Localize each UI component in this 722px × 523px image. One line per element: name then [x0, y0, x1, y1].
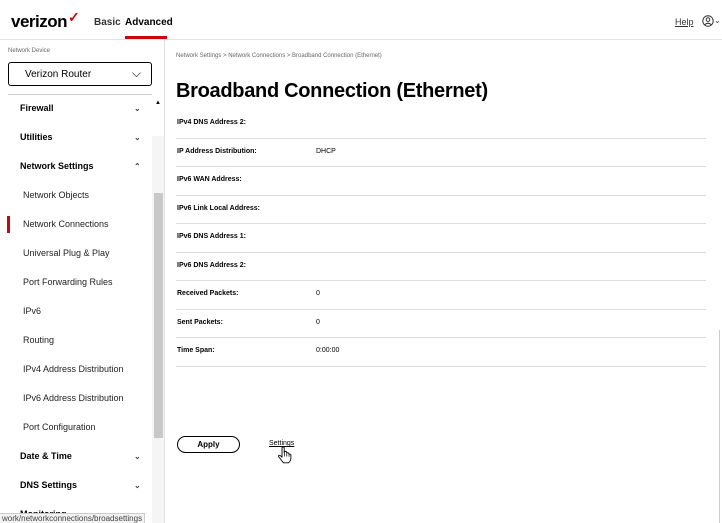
page-title: Broadband Connection (Ethernet) [176, 80, 488, 102]
detail-label: IPv6 Link Local Address: [177, 204, 260, 212]
detail-row-ipv6-dns-2: IPv6 DNS Address 2: [176, 253, 706, 281]
sidebar-item-label: Firewall [20, 103, 54, 113]
detail-label: Sent Packets: [177, 318, 223, 326]
detail-value: 0 [316, 318, 320, 326]
sidebar-item-network-connections[interactable]: Network Connections [0, 210, 152, 239]
sidebar-item-label: Port Configuration [23, 422, 96, 432]
verizon-logo[interactable]: verizon✓ [11, 9, 80, 32]
sidebar-item-label: Date & Time [20, 451, 72, 461]
user-menu[interactable]: ⌄ [702, 13, 721, 27]
detail-value: DHCP [316, 147, 336, 155]
detail-value: 0 [316, 290, 320, 297]
content-scrollbar-edge [719, 330, 720, 523]
connection-details: IPv4 DNS Address 2: IP Address Distribut… [176, 110, 706, 367]
device-label: Network Device [8, 48, 51, 54]
sidebar-item-label: Utilities [20, 132, 53, 142]
chevron-down-icon: ⌄ [134, 481, 141, 490]
scroll-up-arrow-icon[interactable]: ▲ [155, 100, 161, 106]
sidebar-item-label: DNS Settings [20, 480, 78, 490]
detail-row-ip-distribution: IP Address Distribution: DHCP [176, 139, 706, 167]
detail-label: IPv6 DNS Address 2: [177, 261, 246, 269]
sidebar-item-label: IPv6 Address Distribution [23, 393, 124, 403]
active-tab-indicator [125, 36, 167, 39]
detail-row-sent-packets: Sent Packets: 0 [176, 310, 706, 338]
breadcrumb[interactable]: Network Settings > Network Connections >… [176, 53, 382, 59]
sidebar-item-utilities[interactable]: Utilities ⌄ [0, 123, 152, 152]
chevron-up-icon: ⌃ [134, 162, 141, 171]
detail-row-time-span: Time Span: 0:00:00 [176, 338, 706, 367]
help-link[interactable]: Help [675, 17, 694, 27]
detail-label: Time Span: [177, 347, 215, 354]
apply-button[interactable]: Apply [177, 436, 240, 453]
chevron-down-icon: ⌄ [134, 104, 141, 113]
sidebar-item-label: Network Objects [23, 190, 90, 200]
sidebar-item-label: Port Forwarding Rules [23, 277, 113, 287]
detail-label: IP Address Distribution: [177, 147, 257, 155]
detail-row-ipv6-wan: IPv6 WAN Address: [176, 167, 706, 196]
sidebar-item-upnp[interactable]: Universal Plug & Play [0, 239, 152, 268]
detail-label: IPv6 WAN Address: [177, 176, 242, 183]
sidebar-item-port-configuration[interactable]: Port Configuration [0, 413, 152, 442]
sidebar-item-label: Network Settings [20, 161, 94, 171]
sidebar: Network Device Verizon Router ⌵ Firewall… [0, 40, 165, 523]
sidebar-item-label: IPv4 Address Distribution [23, 364, 124, 374]
detail-row-ipv6-link-local: IPv6 Link Local Address: [176, 196, 706, 224]
sidebar-scroll-thumb[interactable] [154, 193, 163, 438]
sidebar-item-label: Network Connections [23, 219, 109, 229]
top-bar: verizon✓ Basic Advanced Help ⌄ [0, 0, 722, 40]
sidebar-item-label: Routing [23, 335, 55, 345]
logo-text: verizon [11, 12, 68, 31]
detail-row-ipv4-dns-2: IPv4 DNS Address 2: [176, 110, 706, 139]
chevron-down-icon: ⌵ [131, 66, 141, 80]
status-bar-url: work/networkconnections/broadsettings [0, 513, 146, 523]
device-select-value: Verizon Router [25, 69, 92, 80]
sidebar-item-ipv6-address-distribution[interactable]: IPv6 Address Distribution [0, 384, 152, 413]
sidebar-item-dns-settings[interactable]: DNS Settings ⌄ [0, 471, 152, 500]
detail-label: IPv4 DNS Address 2: [177, 119, 246, 126]
user-icon [702, 15, 714, 27]
hand-cursor-icon [278, 446, 292, 464]
chevron-down-icon: ⌄ [714, 16, 721, 25]
sidebar-item-label: Universal Plug & Play [23, 248, 110, 258]
device-select[interactable]: Verizon Router ⌵ [8, 62, 152, 86]
detail-label: IPv6 DNS Address 1: [177, 233, 246, 240]
tab-advanced[interactable]: Advanced [125, 17, 173, 28]
sidebar-item-network-objects[interactable]: Network Objects [0, 181, 152, 210]
tab-basic[interactable]: Basic [94, 17, 121, 28]
detail-label: Received Packets: [177, 290, 239, 297]
detail-value: 0:00:00 [316, 347, 340, 354]
sidebar-item-routing[interactable]: Routing [0, 326, 152, 355]
sidebar-item-ipv6[interactable]: IPv6 [0, 297, 152, 326]
sidebar-item-label: IPv6 [23, 306, 42, 316]
detail-row-ipv6-dns-1: IPv6 DNS Address 1: [176, 224, 706, 253]
chevron-down-icon: ⌄ [134, 133, 141, 142]
detail-row-received-packets: Received Packets: 0 [176, 281, 706, 310]
sidebar-item-ipv4-address-distribution[interactable]: IPv4 Address Distribution [0, 355, 152, 384]
logo-check-icon: ✓ [68, 9, 80, 25]
sidebar-item-firewall[interactable]: Firewall ⌄ [0, 94, 152, 123]
chevron-down-icon: ⌄ [134, 452, 141, 461]
sidebar-item-port-forwarding[interactable]: Port Forwarding Rules [0, 268, 152, 297]
sidebar-menu: Firewall ⌄ Utilities ⌄ Network Settings … [0, 94, 152, 523]
sidebar-item-network-settings[interactable]: Network Settings ⌃ [0, 152, 152, 181]
sidebar-item-date-time[interactable]: Date & Time ⌄ [0, 442, 152, 471]
